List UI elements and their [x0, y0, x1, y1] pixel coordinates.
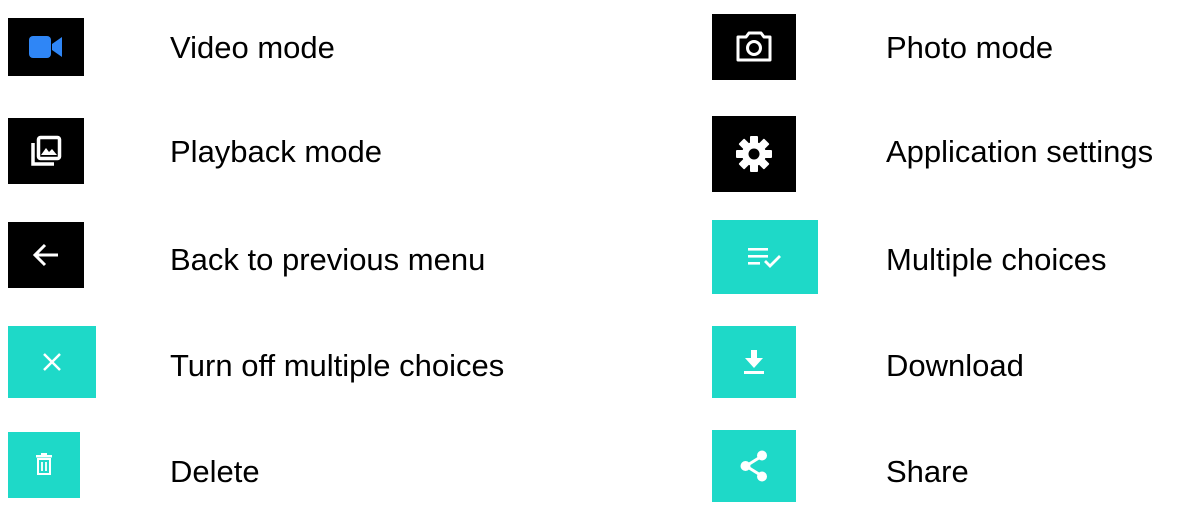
multiple-choices-label: Multiple choices [886, 242, 1107, 277]
application-settings-label: Application settings [886, 134, 1154, 169]
close-icon [8, 326, 96, 398]
share-icon [712, 430, 796, 502]
download-icon [712, 326, 796, 398]
arrow-back-icon [8, 222, 84, 288]
photo-library-icon [8, 118, 84, 184]
checklist-icon [712, 220, 818, 294]
delete-label: Delete [170, 454, 260, 489]
video-mode-label: Video mode [170, 30, 335, 65]
share-label: Share [886, 454, 969, 489]
video-camera-icon [8, 18, 84, 76]
camera-icon [712, 14, 796, 80]
gear-icon [712, 116, 796, 192]
trash-icon [8, 432, 80, 498]
back-to-previous-menu-label: Back to previous menu [170, 242, 486, 277]
download-label: Download [886, 348, 1024, 383]
turn-off-multiple-choices-label: Turn off multiple choices [170, 348, 505, 383]
photo-mode-label: Photo mode [886, 30, 1054, 65]
playback-mode-label: Playback mode [170, 134, 382, 169]
